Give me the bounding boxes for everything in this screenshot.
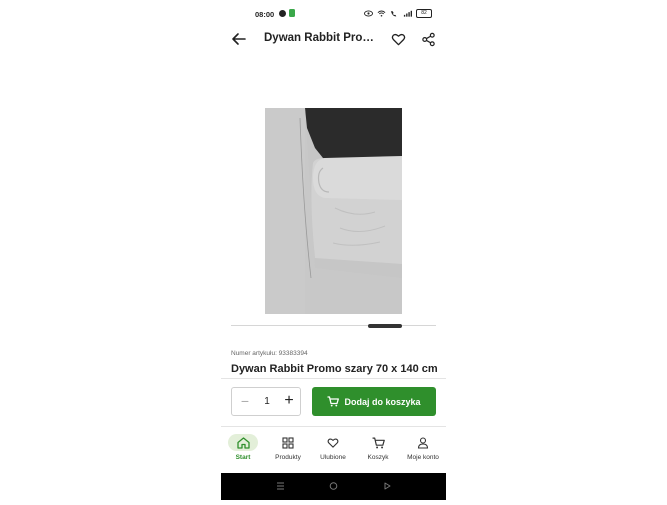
share-icon[interactable] xyxy=(421,32,436,47)
grid-icon xyxy=(282,436,294,449)
wifi-icon xyxy=(377,10,386,17)
decrease-quantity-button[interactable]: − xyxy=(238,394,252,408)
product-name: Dywan Rabbit Promo szary 70 x 140 cm xyxy=(231,363,438,375)
back-arrow-icon[interactable] xyxy=(230,30,248,48)
notification-icon xyxy=(279,9,286,17)
divider xyxy=(221,426,446,427)
increase-quantity-button[interactable]: + xyxy=(282,393,296,409)
divider xyxy=(221,378,446,379)
signal-icon xyxy=(403,10,412,17)
home-icon xyxy=(236,436,250,449)
nav-item-koszyk[interactable]: Koszyk xyxy=(356,432,400,468)
menu-icon[interactable] xyxy=(277,482,284,490)
heart-icon xyxy=(327,437,339,448)
system-navigation-bar xyxy=(221,473,446,500)
nav-item-moje-konto[interactable]: Moje konto xyxy=(401,432,445,468)
call-icon xyxy=(390,11,397,17)
rug-photo xyxy=(265,108,402,314)
page-title: Dywan Rabbit Promo szary 70 x 140 cm xyxy=(264,32,376,44)
quantity-value[interactable]: 1 xyxy=(260,396,274,407)
app-screen: 08:00 82 Dywan Rabbit Promo szary 70 x 1… xyxy=(221,0,446,500)
carousel-track xyxy=(231,325,436,326)
nav-label: Koszyk xyxy=(367,454,389,461)
nav-label: Produkty xyxy=(275,454,301,461)
nav-item-produkty[interactable]: Produkty xyxy=(266,432,310,468)
eye-icon xyxy=(364,10,373,17)
add-to-cart-label: Dodaj do koszyka xyxy=(344,396,421,407)
status-time: 08:00 xyxy=(255,10,275,19)
bottom-navigation: Start Produkty Ulubione Koszyk Moje kont… xyxy=(221,432,446,468)
app-header: Dywan Rabbit Promo szary 70 x 140 cm xyxy=(221,28,446,50)
carousel-indicator[interactable] xyxy=(368,324,402,328)
status-bar: 08:00 82 xyxy=(221,8,446,22)
nav-item-ulubione[interactable]: Ulubione xyxy=(311,432,355,468)
add-to-cart-button[interactable]: Dodaj do koszyka xyxy=(312,387,436,416)
favorite-heart-icon[interactable] xyxy=(391,32,406,47)
nav-label: Start xyxy=(235,454,251,461)
home-circle-icon[interactable] xyxy=(329,482,338,490)
nav-label: Ulubione xyxy=(320,454,346,461)
article-number: Numer artykułu: 93383394 xyxy=(231,350,308,357)
user-icon xyxy=(417,436,429,449)
app-notification-icon xyxy=(289,9,295,17)
nav-item-start[interactable]: Start xyxy=(221,432,265,468)
battery-indicator: 82 xyxy=(416,9,432,18)
product-image[interactable] xyxy=(265,108,402,314)
quantity-stepper: − 1 + xyxy=(231,387,301,416)
back-triangle-icon[interactable] xyxy=(384,482,391,490)
nav-label: Moje konto xyxy=(407,454,439,461)
cart-icon xyxy=(372,437,385,448)
cart-icon xyxy=(327,396,340,407)
